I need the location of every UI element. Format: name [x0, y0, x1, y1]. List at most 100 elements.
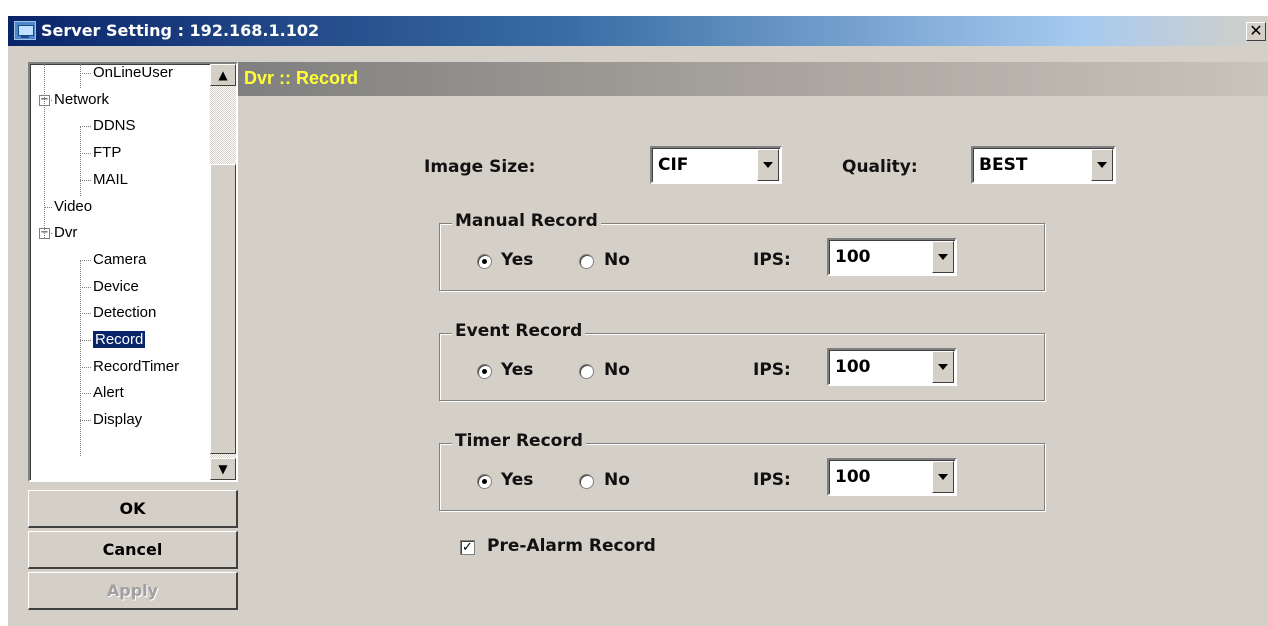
- tree-guide: [80, 126, 81, 196]
- quality-select[interactable]: BEST: [971, 146, 1116, 184]
- tree-connector: [80, 286, 91, 288]
- timer-ips-value: 100: [835, 467, 871, 487]
- timer-no-label: No: [604, 470, 630, 490]
- tree-item-network[interactable]: Network: [54, 89, 109, 111]
- settings-tree: OnLineUser Network − DDNS FTP MAIL Video Dvr − Ca…: [28, 62, 238, 482]
- manual-ips-value: 100: [835, 247, 871, 267]
- timer-yes-radio[interactable]: [477, 474, 492, 489]
- pre-alarm-label: Pre-Alarm Record: [487, 536, 656, 556]
- timer-record-group: Timer Record Yes No IPS: 100: [439, 431, 1045, 511]
- chevron-down-icon[interactable]: [757, 149, 779, 181]
- ok-button[interactable]: OK: [28, 490, 238, 528]
- tree-item-detection[interactable]: Detection: [93, 302, 156, 324]
- chevron-down-icon[interactable]: [1091, 149, 1113, 181]
- manual-yes-radio[interactable]: [477, 254, 492, 269]
- close-button[interactable]: ✕: [1246, 22, 1266, 41]
- tree-item-display[interactable]: Display: [93, 409, 142, 431]
- tree-list: OnLineUser Network − DDNS FTP MAIL Video Dvr − Ca…: [30, 64, 210, 480]
- tree-item-label: MAIL: [93, 170, 129, 188]
- event-ips-value: 100: [835, 357, 871, 377]
- tree-guide: [80, 64, 81, 88]
- tree-connector: [80, 313, 91, 315]
- tree-item-ddns[interactable]: DDNS: [93, 115, 136, 137]
- scrollbar-thumb[interactable]: [210, 164, 236, 454]
- event-no-radio[interactable]: [579, 364, 594, 379]
- tree-item-label: Video: [54, 197, 93, 215]
- tree-item-label: DDNS: [93, 117, 136, 135]
- tree-guide: [44, 64, 45, 238]
- timer-ips-select[interactable]: 100: [827, 458, 957, 496]
- tree-item-label: OnLineUser: [93, 64, 174, 81]
- tree-connector: [80, 259, 91, 261]
- scroll-down-button[interactable]: ▼: [210, 458, 236, 480]
- event-record-group: Event Record Yes No IPS: 100: [439, 321, 1045, 401]
- tree-connector: [80, 179, 91, 181]
- tree-item-record[interactable]: Record: [93, 329, 146, 351]
- tree-connector: [44, 206, 52, 208]
- tree-item-onlineuser[interactable]: OnLineUser: [93, 64, 174, 84]
- event-ips-select[interactable]: 100: [827, 348, 957, 386]
- image-size-select[interactable]: CIF: [650, 146, 782, 184]
- tree-item-camera[interactable]: Camera: [93, 249, 146, 271]
- pre-alarm-checkbox[interactable]: ✓: [460, 540, 475, 555]
- manual-ips-label: IPS:: [753, 250, 791, 270]
- timer-record-title: Timer Record: [452, 431, 586, 451]
- tree-connector: [80, 393, 91, 395]
- scroll-down-icon: ▼: [218, 462, 228, 476]
- tree-connector: [80, 73, 91, 74]
- image-size-label: Image Size:: [424, 157, 536, 177]
- tree-item-label: RecordTimer: [93, 357, 180, 375]
- timer-ips-label: IPS:: [753, 470, 791, 490]
- tree-item-label: FTP: [93, 144, 122, 162]
- apply-button[interactable]: Apply: [28, 572, 238, 610]
- event-yes-label: Yes: [501, 360, 534, 380]
- tree-scrollbar[interactable]: ▲ ▼: [210, 64, 236, 480]
- tree-item-device[interactable]: Device: [93, 276, 139, 298]
- event-yes-radio[interactable]: [477, 364, 492, 379]
- chevron-down-icon[interactable]: [932, 351, 954, 383]
- tree-item-label: Dvr: [54, 224, 78, 242]
- tree-connector: [80, 340, 91, 341]
- chevron-down-icon[interactable]: [932, 241, 954, 273]
- section-header: Dvr :: Record: [238, 62, 1268, 96]
- tree-item-label: Record: [93, 331, 146, 348]
- manual-no-radio[interactable]: [579, 254, 594, 269]
- manual-record-title: Manual Record: [452, 211, 601, 231]
- manual-ips-select[interactable]: 100: [827, 238, 957, 276]
- tree-item-mail[interactable]: MAIL: [93, 169, 128, 191]
- close-icon: ✕: [1249, 21, 1263, 40]
- title-bar[interactable]: Server Setting : 192.168.1.102 ✕: [8, 16, 1268, 46]
- app-icon: [14, 21, 36, 40]
- tree-item-label: Alert: [93, 384, 124, 402]
- tree-item-dvr[interactable]: Dvr: [54, 222, 77, 244]
- event-ips-label: IPS:: [753, 360, 791, 380]
- quality-label: Quality:: [842, 157, 918, 177]
- tree-item-ftp[interactable]: FTP: [93, 142, 121, 164]
- event-record-title: Event Record: [452, 321, 586, 341]
- tree-item-label: Detection: [93, 304, 157, 322]
- manual-yes-label: Yes: [501, 250, 534, 270]
- timer-no-radio[interactable]: [579, 474, 594, 489]
- section-title: Dvr :: Record: [244, 68, 359, 88]
- image-size-value: CIF: [658, 155, 689, 175]
- tree-connector: [80, 153, 91, 155]
- tree-item-alert[interactable]: Alert: [93, 382, 124, 404]
- tree-connector: [80, 366, 91, 368]
- scroll-up-icon: ▲: [218, 68, 228, 82]
- tree-item-recordtimer[interactable]: RecordTimer: [93, 356, 179, 378]
- tree-item-label: Camera: [93, 250, 147, 268]
- scroll-up-button[interactable]: ▲: [210, 64, 236, 86]
- tree-item-label: Network: [54, 90, 110, 108]
- window-title: Server Setting : 192.168.1.102: [41, 21, 320, 40]
- cancel-button[interactable]: Cancel: [28, 531, 238, 569]
- tree-item-label: Display: [93, 411, 143, 429]
- manual-record-group: Manual Record Yes No IPS: 100: [439, 211, 1045, 291]
- tree-connector: [80, 420, 91, 422]
- server-setting-window: Server Setting : 192.168.1.102 ✕ OnLineU…: [8, 16, 1268, 626]
- tree-item-video[interactable]: Video: [54, 196, 92, 218]
- tree-item-label: Device: [93, 277, 139, 295]
- tree-guide: [80, 260, 81, 456]
- tree-connector: [80, 126, 91, 128]
- chevron-down-icon[interactable]: [932, 461, 954, 493]
- event-no-label: No: [604, 360, 630, 380]
